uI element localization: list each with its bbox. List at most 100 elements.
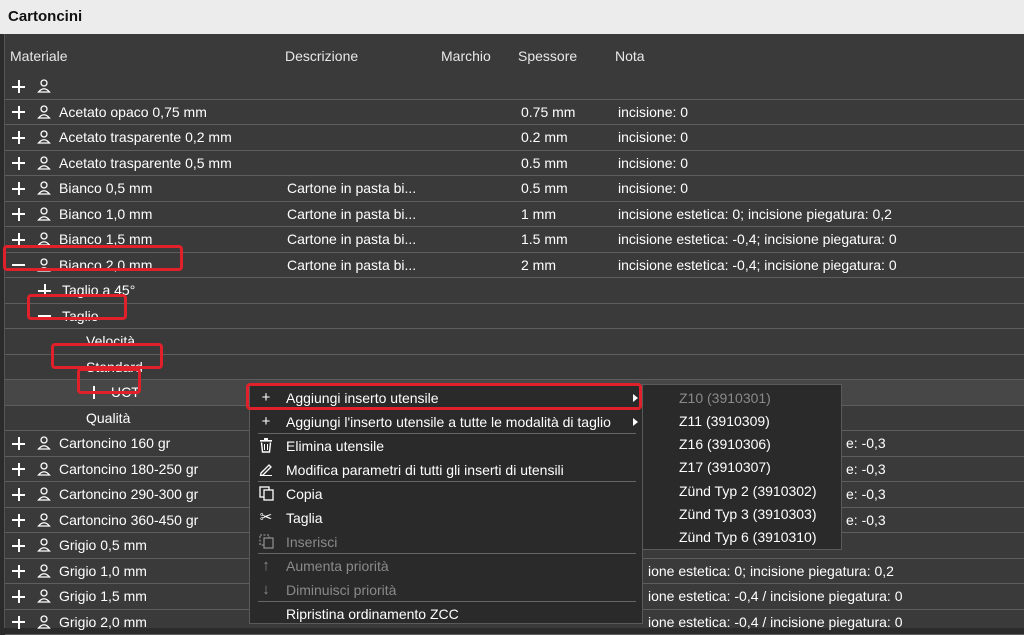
expand-icon[interactable] xyxy=(12,131,25,144)
menu-item-label: Copia xyxy=(286,482,323,506)
menu-item-taglia[interactable]: ✂ Taglia xyxy=(250,506,642,530)
tree-item-taglio[interactable]: Taglio xyxy=(5,304,1024,330)
submenu-item-zund-typ-6[interactable]: Zünd Typ 6 (3910310) xyxy=(679,525,817,549)
menu-item-label: Ripristina ordinamento ZCC xyxy=(286,602,459,626)
highlight-taglio xyxy=(27,294,127,320)
material-name: Bianco 0,5 mm xyxy=(59,176,152,200)
material-icon xyxy=(37,156,51,170)
material-icon xyxy=(37,436,51,450)
menu-item-inserisci[interactable]: Inserisci xyxy=(250,530,642,554)
menu-item-aumenta-priorita[interactable]: ↑ Aumenta priorità xyxy=(250,554,642,578)
material-name: Acetato trasparente 0,2 mm xyxy=(59,125,232,149)
menu-item-modifica-parametri[interactable]: Modifica parametri di tutti gli inserti … xyxy=(250,458,642,482)
material-note: e: -0,3 xyxy=(846,482,886,506)
material-icon xyxy=(37,130,51,144)
tree-item-taglio45[interactable]: Taglio a 45° xyxy=(5,278,1024,304)
tree-label: Qualità xyxy=(86,406,130,430)
trash-icon xyxy=(258,438,274,454)
menu-item-label: Aggiungi l'inserto utensile a tutte le m… xyxy=(286,410,611,434)
menu-item-ripristina-ordinamento[interactable]: Ripristina ordinamento ZCC xyxy=(250,602,642,626)
menu-item-copia[interactable]: Copia xyxy=(250,482,642,506)
column-header-nota[interactable]: Nota xyxy=(615,48,645,64)
menu-item-diminuisci-priorita[interactable]: ↓ Diminuisci priorità xyxy=(250,578,642,602)
material-thickness: 2 mm xyxy=(521,253,556,277)
table-row[interactable]: Acetato opaco 0,75 mm 0.75 mm incisione:… xyxy=(5,100,1024,126)
expand-icon[interactable] xyxy=(12,590,25,603)
highlight-bianco-2mm xyxy=(3,245,183,271)
menu-item-elimina-utensile[interactable]: Elimina utensile xyxy=(250,434,642,458)
material-thickness: 0.5 mm xyxy=(521,176,568,200)
arrow-down-icon: ↓ xyxy=(258,582,274,598)
column-header-spessore[interactable]: Spessore xyxy=(518,48,577,64)
submenu-item-z16[interactable]: Z16 (3910306) xyxy=(679,432,771,456)
material-icon xyxy=(37,181,51,195)
plus-icon: + xyxy=(258,414,274,430)
pencil-icon xyxy=(258,462,274,478)
material-icon xyxy=(37,207,51,221)
expand-icon[interactable] xyxy=(12,157,25,170)
expand-icon[interactable] xyxy=(12,182,25,195)
table-row[interactable]: Bianco 1,0 mm Cartone in pasta bi... 1 m… xyxy=(5,202,1024,228)
table-row[interactable] xyxy=(5,74,1024,100)
column-header-marchio[interactable]: Marchio xyxy=(441,48,491,64)
material-note: incisione: 0 xyxy=(618,100,688,124)
arrow-up-icon: ↑ xyxy=(258,558,274,574)
expand-icon[interactable] xyxy=(12,616,25,629)
material-icon xyxy=(37,513,51,527)
menu-item-label: Diminuisci priorità xyxy=(286,578,396,602)
material-thickness: 0.75 mm xyxy=(521,100,575,124)
material-icon xyxy=(37,615,51,629)
menu-item-aggiungi-tutte[interactable]: + Aggiungi l'inserto utensile a tutte le… xyxy=(250,410,642,434)
table-row[interactable]: Acetato trasparente 0,5 mm 0.5 mm incisi… xyxy=(5,151,1024,177)
material-thickness: 0.5 mm xyxy=(521,151,568,175)
submenu-item-zund-typ-2[interactable]: Zünd Typ 2 (3910302) xyxy=(679,479,817,503)
submenu-item-z11[interactable]: Z11 (3910309) xyxy=(679,409,770,433)
material-note: incisione: 0 xyxy=(618,176,688,200)
expand-icon[interactable] xyxy=(12,514,25,527)
material-icon xyxy=(37,232,51,246)
menu-item-label: Taglia xyxy=(286,506,323,530)
expand-icon[interactable] xyxy=(12,565,25,578)
material-name: Cartoncino 180-250 gr xyxy=(59,457,198,481)
table-row[interactable]: Bianco 0,5 mm Cartone in pasta bi... 0.5… xyxy=(5,176,1024,202)
material-thickness: 1.5 mm xyxy=(521,227,568,251)
expand-icon[interactable] xyxy=(12,80,25,93)
highlight-standard xyxy=(51,343,163,369)
material-note: ione estetica: -0,4 / incisione piegatur… xyxy=(648,610,903,634)
menu-item-label: Elimina utensile xyxy=(286,434,384,458)
material-icon xyxy=(37,105,51,119)
submenu-item-zund-typ-3[interactable]: Zünd Typ 3 (3910303) xyxy=(679,502,817,526)
column-header-materiale[interactable]: Materiale xyxy=(10,48,68,64)
column-header-descrizione[interactable]: Descrizione xyxy=(285,48,358,64)
tool-insert-submenu: Z10 (3910301) Z11 (3910309) Z16 (3910306… xyxy=(642,384,842,550)
material-note: incisione: 0 xyxy=(618,125,688,149)
material-note: ione estetica: -0,4 / incisione piegatur… xyxy=(648,584,903,608)
highlight-uct xyxy=(77,368,141,394)
material-name: Grigio 1,5 mm xyxy=(59,584,147,608)
window-title: Cartoncini xyxy=(0,0,1024,34)
material-description: Cartone in pasta bi... xyxy=(287,202,416,226)
material-name: Acetato opaco 0,75 mm xyxy=(59,100,207,124)
material-name: Bianco 1,0 mm xyxy=(59,202,152,226)
menu-item-label: Inserisci xyxy=(286,530,337,554)
material-note: incisione estetica: -0,4; incisione pieg… xyxy=(618,227,897,251)
expand-icon[interactable] xyxy=(12,463,25,476)
copy-icon xyxy=(258,486,274,502)
table-row[interactable]: Acetato trasparente 0,2 mm 0.2 mm incisi… xyxy=(5,125,1024,151)
submenu-item-z10[interactable]: Z10 (3910301) xyxy=(679,386,771,410)
material-name: Acetato trasparente 0,5 mm xyxy=(59,151,232,175)
expand-icon[interactable] xyxy=(12,488,25,501)
highlight-aggiungi-inserto xyxy=(246,383,642,410)
context-menu: + Aggiungi inserto utensile + Aggiungi l… xyxy=(249,384,643,624)
material-description: Cartone in pasta bi... xyxy=(287,227,416,251)
expand-icon[interactable] xyxy=(12,208,25,221)
expand-icon[interactable] xyxy=(12,437,25,450)
material-name: Cartoncino 360-450 gr xyxy=(59,508,198,532)
material-icon xyxy=(37,487,51,501)
material-name: Cartoncino 160 gr xyxy=(59,431,170,455)
chevron-right-icon xyxy=(633,418,638,426)
expand-icon[interactable] xyxy=(12,539,25,552)
expand-icon[interactable] xyxy=(12,106,25,119)
material-name: Grigio 2,0 mm xyxy=(59,610,147,634)
submenu-item-z17[interactable]: Z17 (3910307) xyxy=(679,455,771,479)
